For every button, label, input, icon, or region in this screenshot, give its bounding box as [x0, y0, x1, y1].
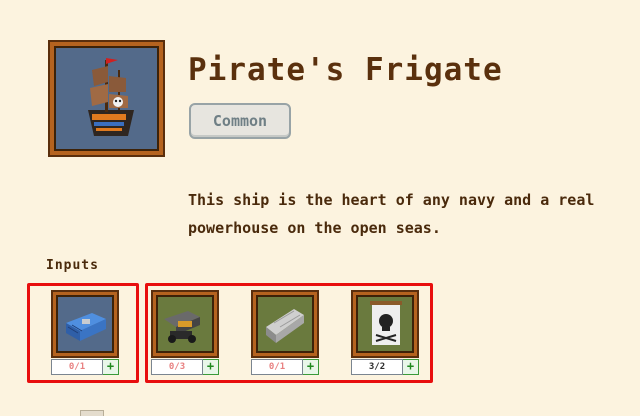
rarity-badge: Common	[189, 103, 291, 139]
inputs-heading: Inputs	[46, 258, 99, 273]
add-input-button[interactable]: +	[403, 359, 419, 375]
input-slot[interactable]: 3/2 +	[351, 290, 419, 375]
cannon-icon	[156, 295, 214, 353]
input-slot[interactable]: 0/1 +	[251, 290, 319, 375]
input-count: 0/1	[51, 359, 103, 375]
building-portrait	[48, 40, 165, 157]
building-description: This ship is the heart of any navy and a…	[188, 191, 595, 237]
input-count: 0/3	[151, 359, 203, 375]
pirate-frigate-icon	[54, 46, 159, 151]
add-input-button[interactable]: +	[203, 359, 219, 375]
input-count: 0/1	[251, 359, 303, 375]
pirate-flag-icon	[356, 295, 414, 353]
input-slot[interactable]: 0/3 +	[151, 290, 219, 375]
input-count: 3/2	[351, 359, 403, 375]
blue-crate-icon	[56, 295, 114, 353]
stone-slab-icon	[256, 295, 314, 353]
scroll-handle[interactable]	[80, 410, 104, 416]
input-slot[interactable]: 0/1 +	[51, 290, 119, 375]
building-title: Pirate's Frigate	[188, 52, 503, 88]
add-input-button[interactable]: +	[303, 359, 319, 375]
add-input-button[interactable]: +	[103, 359, 119, 375]
